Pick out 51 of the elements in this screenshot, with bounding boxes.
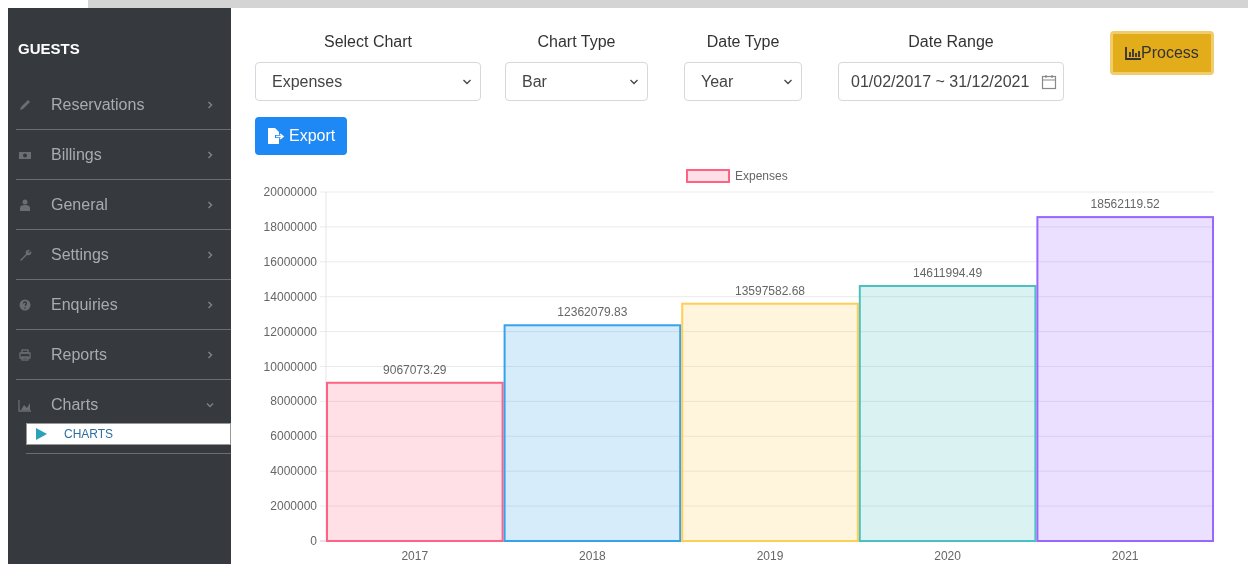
printer-icon: [18, 347, 32, 362]
question-icon: [18, 297, 32, 312]
value-label: 14611994.49: [913, 266, 983, 280]
calendar-icon: [1041, 73, 1057, 90]
axis-tick-label: 14000000: [263, 289, 317, 304]
axis-tick-label: 18000000: [263, 219, 317, 234]
sidebar-item[interactable]: Enquiries: [16, 280, 231, 330]
axis-tick-label: 20000000: [263, 185, 317, 199]
value-label: 13597582.68: [734, 283, 806, 298]
person-icon: [18, 197, 32, 212]
pencil-icon: [18, 97, 32, 112]
axis-tick-label: 16000000: [263, 254, 317, 269]
field-label: Select Chart: [323, 32, 412, 52]
axis-tick-label: 2000000: [270, 499, 317, 514]
bar-chart-icon: [1125, 46, 1141, 60]
legend-swatch: [686, 169, 730, 183]
date-range-field[interactable]: 01/02/2017 ~ 31/12/2021: [838, 62, 1064, 101]
export-button[interactable]: Export: [255, 117, 348, 155]
sidebar-item[interactable]: Reports: [16, 330, 231, 380]
dropdown[interactable]: Bar: [505, 62, 648, 101]
axis-tick-label: 2019: [756, 549, 784, 563]
field-label: Date Range: [908, 32, 994, 52]
sidebar-item[interactable]: Reservations: [16, 80, 231, 130]
play-icon: [35, 428, 47, 440]
axis-tick-label: 6000000: [270, 429, 317, 444]
sidebar-item[interactable]: Billings: [16, 130, 231, 180]
field-label: Date Type: [706, 32, 780, 52]
sidebar-item[interactable]: General: [16, 180, 231, 230]
sidebar-title: GUESTS: [17, 39, 81, 59]
axis-tick-label: 0: [310, 534, 317, 548]
file-export-icon: [267, 128, 285, 144]
dropdown[interactable]: Year: [684, 62, 802, 101]
legend-label: Expenses: [735, 169, 788, 183]
axis-tick-label: 2017: [401, 549, 429, 563]
axis-tick-label: 2020: [934, 549, 961, 563]
axis-tick-label: 10000000: [263, 359, 317, 374]
area-chart-icon: [18, 398, 32, 412]
axis-tick-label: 4000000: [270, 464, 317, 479]
dropdown[interactable]: Expenses: [255, 62, 481, 101]
sidebar-item[interactable]: Settings: [16, 230, 231, 280]
axis-tick-label: 8000000: [270, 394, 317, 409]
process-button[interactable]: Process: [1110, 31, 1214, 75]
value-label: 12362079.83: [557, 305, 628, 320]
axis-tick-label: 2018: [579, 549, 606, 563]
axis-tick-label: 12000000: [263, 324, 317, 339]
submenu-item[interactable]: CHARTS: [26, 423, 231, 445]
value-label: 9067073.29: [383, 362, 447, 377]
field-label: Chart Type: [537, 32, 616, 52]
axis-tick-label: 2021: [1111, 549, 1139, 563]
wrench-icon: [18, 247, 32, 262]
value-label: 18562119.52: [1090, 197, 1160, 212]
